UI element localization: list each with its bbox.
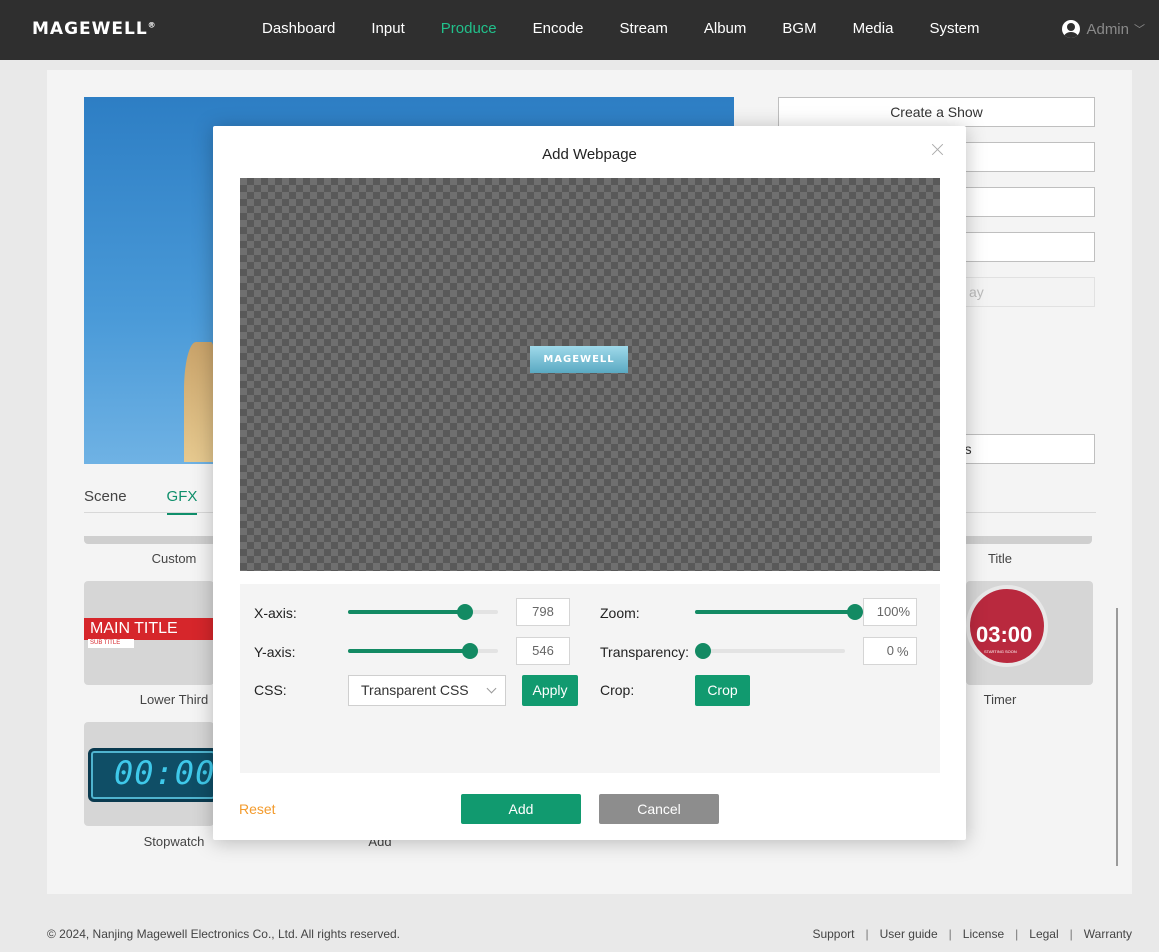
tab-gfx[interactable]: GFX — [166, 488, 198, 515]
timer-subtitle: STARTING SOON — [984, 649, 1017, 654]
x-axis-label: X-axis: — [254, 605, 297, 621]
footer-link-warranty[interactable]: Warranty — [1084, 927, 1132, 941]
lower-third-sub-title: SUB TITLE — [88, 639, 134, 648]
user-name: Admin — [1086, 20, 1129, 38]
top-navigation-bar: MAGEWELL® Dashboard Input Produce Encode… — [0, 0, 1159, 60]
footer-separator: | — [865, 927, 869, 941]
timer-circle: 03:00 STARTING SOON — [966, 585, 1048, 667]
nav-item-produce[interactable]: Produce — [441, 20, 497, 37]
y-axis-slider[interactable] — [348, 643, 498, 659]
add-button[interactable]: Add — [461, 794, 581, 824]
x-axis-slider[interactable] — [348, 604, 498, 620]
footer-link-legal[interactable]: Legal — [1029, 927, 1058, 941]
nav-item-encode[interactable]: Encode — [533, 20, 584, 37]
chevron-down-icon: ﹀ — [1134, 24, 1145, 36]
crop-button[interactable]: Crop — [695, 675, 750, 706]
transparency-slider[interactable] — [695, 643, 845, 659]
main-nav: Dashboard Input Produce Encode Stream Al… — [262, 20, 1015, 37]
footer: © 2024, Nanjing Magewell Electronics Co.… — [0, 910, 1159, 952]
nav-item-dashboard[interactable]: Dashboard — [262, 20, 335, 37]
add-webpage-dialog: Add Webpage MAGEWELL X-axis: 798 Zoom: 1… — [213, 126, 966, 840]
webpage-controls: X-axis: 798 Zoom: 100% Y-axis: 546 Trans… — [240, 584, 940, 773]
footer-link-support[interactable]: Support — [812, 927, 854, 941]
footer-links: Support | User guide | License | Legal |… — [812, 927, 1132, 941]
nav-item-system[interactable]: System — [929, 20, 979, 37]
y-axis-slider-knob[interactable] — [461, 643, 478, 659]
user-menu[interactable]: Admin ﹀ — [1062, 20, 1145, 38]
nav-item-bgm[interactable]: BGM — [782, 20, 816, 37]
nav-item-input[interactable]: Input — [371, 20, 404, 37]
user-avatar-icon — [1062, 20, 1081, 38]
nav-item-album[interactable]: Album — [704, 20, 747, 37]
tab-scene[interactable]: Scene — [84, 488, 127, 515]
footer-link-user-guide[interactable]: User guide — [880, 927, 938, 941]
webpage-preview-canvas: MAGEWELL — [240, 178, 940, 571]
chevron-down-icon — [486, 683, 497, 694]
transparency-unit: % — [897, 644, 909, 659]
x-axis-slider-knob[interactable] — [457, 604, 473, 620]
transparency-slider-knob[interactable] — [695, 643, 711, 659]
nav-item-media[interactable]: Media — [853, 20, 894, 37]
canvas-logo-overlay[interactable]: MAGEWELL — [530, 346, 628, 373]
cancel-button[interactable]: Cancel — [599, 794, 719, 824]
footer-separator: | — [1069, 927, 1073, 941]
zoom-slider[interactable] — [695, 604, 863, 620]
gfx-card-stopwatch[interactable]: 00:00:0 — [84, 722, 255, 826]
preview-image-subject — [184, 342, 214, 462]
timer-value: 03:00 — [976, 622, 1033, 647]
css-label: CSS: — [254, 682, 287, 698]
gfx-card-timer[interactable]: 03:00 STARTING SOON — [966, 581, 1093, 685]
zoom-slider-fill — [695, 610, 855, 614]
footer-separator: | — [948, 927, 952, 941]
zoom-slider-knob[interactable] — [847, 604, 863, 620]
css-select-value: Transparent CSS — [361, 682, 469, 698]
css-select[interactable]: Transparent CSS — [348, 675, 506, 706]
lower-third-main-title: MAIN TITLE — [84, 618, 214, 640]
apply-button[interactable]: Apply — [522, 675, 578, 706]
footer-separator: | — [1015, 927, 1019, 941]
zoom-value-field[interactable]: 100% — [863, 598, 917, 626]
zoom-label: Zoom: — [600, 605, 640, 621]
footer-link-license[interactable]: License — [963, 927, 1004, 941]
transparency-label: Transparency: — [600, 644, 689, 660]
gfx-card-lower-third[interactable]: MAIN TITLE SUB TITLE — [84, 581, 214, 685]
y-axis-label: Y-axis: — [254, 644, 296, 660]
x-axis-slider-fill — [348, 610, 465, 614]
magewell-logo[interactable]: MAGEWELL® — [32, 19, 157, 39]
y-axis-slider-fill — [348, 649, 470, 653]
dialog-title: Add Webpage — [542, 146, 637, 163]
nav-item-stream[interactable]: Stream — [620, 20, 668, 37]
create-show-button[interactable]: Create a Show — [778, 97, 1095, 127]
crop-label: Crop: — [600, 682, 635, 698]
reset-link[interactable]: Reset — [239, 801, 276, 817]
x-axis-value-field[interactable]: 798 — [516, 598, 570, 626]
close-icon[interactable] — [930, 142, 946, 158]
y-axis-value-field[interactable]: 546 — [516, 637, 570, 665]
gfx-scrollbar[interactable] — [1116, 608, 1118, 866]
copyright-text: © 2024, Nanjing Magewell Electronics Co.… — [47, 927, 401, 941]
